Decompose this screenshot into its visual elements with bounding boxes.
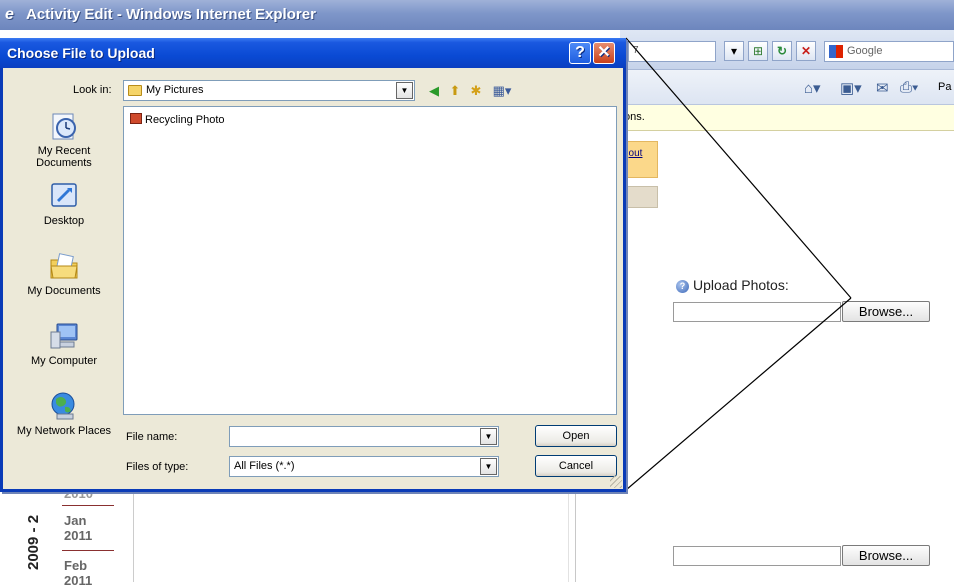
- choose-file-dialog: Choose File to Upload ? ✕ Look in: My Pi…: [0, 38, 626, 492]
- list-item[interactable]: Recycling Photo: [130, 113, 225, 126]
- content-divider: [575, 490, 576, 582]
- upload-photos-text: Upload Photos:: [693, 277, 789, 293]
- file-list[interactable]: Recycling Photo: [123, 106, 617, 415]
- files-of-type-dropdown[interactable]: All Files (*.*) ▼: [229, 456, 499, 477]
- upload-file-path-field-2[interactable]: [673, 546, 841, 566]
- command-bar: ⌂▾ ▣▾ ✉ ⎙▾ Pa: [620, 70, 954, 105]
- chevron-down-icon[interactable]: ▼: [480, 428, 497, 445]
- dialog-titlebar[interactable]: Choose File to Upload ? ✕: [0, 38, 626, 68]
- search-input[interactable]: Google: [824, 41, 954, 62]
- info-bar[interactable]: ons.: [620, 105, 954, 131]
- place-my-recent-documents[interactable]: My Recent Documents: [10, 110, 118, 169]
- look-in-dropdown[interactable]: My Pictures ▼: [123, 80, 415, 101]
- print-icon[interactable]: ⎙▾: [900, 79, 918, 96]
- up-folder-icon[interactable]: ⬆: [446, 82, 464, 100]
- address-dropdown-icon[interactable]: ▾: [724, 41, 744, 61]
- ie-logo-icon: e: [5, 6, 14, 23]
- year-range-label: 2009 - 2: [25, 514, 42, 570]
- look-in-label: Look in:: [73, 84, 112, 96]
- files-of-type-label: Files of type:: [126, 461, 189, 473]
- mail-icon[interactable]: ✉: [876, 79, 889, 97]
- upload-photos-label: ? Upload Photos:: [676, 277, 789, 293]
- my-documents-icon: [50, 253, 78, 279]
- chevron-down-icon[interactable]: ▼: [480, 458, 497, 475]
- place-label: My Network Places: [16, 425, 112, 437]
- new-folder-icon[interactable]: ✱: [467, 82, 485, 100]
- upload-file-path-field[interactable]: [673, 302, 841, 322]
- file-name-input[interactable]: ▼: [229, 426, 499, 447]
- folder-icon: [128, 85, 142, 96]
- browser-titlebar: e Activity Edit - Windows Internet Explo…: [0, 0, 954, 30]
- feeds-icon[interactable]: ▣▾: [840, 79, 862, 97]
- places-bar: My Recent Documents Desktop My Documents: [10, 106, 118, 458]
- open-button[interactable]: Open: [535, 425, 617, 447]
- compatibility-icon[interactable]: ⊞: [748, 41, 768, 61]
- place-label: My Computer: [30, 355, 98, 367]
- desktop-icon: [51, 183, 77, 207]
- resize-grip-icon[interactable]: [610, 476, 622, 488]
- place-desktop[interactable]: Desktop: [10, 180, 118, 227]
- browser-title: Activity Edit - Windows Internet Explore…: [26, 6, 316, 23]
- place-my-computer[interactable]: My Computer: [10, 320, 118, 367]
- place-label: My Recent Documents: [36, 145, 92, 169]
- my-computer-icon: [50, 323, 78, 349]
- address-bar[interactable]: 7: [628, 41, 716, 62]
- file-name-label: File name:: [126, 431, 178, 443]
- look-in-value: My Pictures: [146, 84, 204, 96]
- place-label: Desktop: [43, 215, 85, 227]
- file-name: Recycling Photo: [145, 114, 225, 126]
- browse-button-2[interactable]: Browse...: [842, 545, 930, 566]
- month-separator: [62, 550, 114, 551]
- help-button[interactable]: ?: [569, 42, 591, 64]
- help-icon[interactable]: ?: [676, 280, 689, 293]
- browse-button[interactable]: Browse...: [842, 301, 930, 322]
- cancel-button[interactable]: Cancel: [535, 455, 617, 477]
- month-label-jan-2011[interactable]: Jan 2011: [64, 513, 108, 543]
- month-separator: [62, 505, 114, 506]
- recent-documents-icon: [52, 113, 76, 140]
- close-button[interactable]: ✕: [593, 42, 615, 64]
- views-menu-icon[interactable]: ▦▾: [489, 82, 515, 100]
- address-toolbar: 7 ▾ ⊞ ↻ ✕ Google: [620, 30, 954, 70]
- place-label: My Documents: [27, 285, 101, 297]
- files-of-type-value: All Files (*.*): [234, 460, 295, 472]
- calendar-divider: [133, 490, 134, 582]
- place-my-documents[interactable]: My Documents: [10, 250, 118, 297]
- page-menu[interactable]: Pa: [938, 81, 951, 93]
- back-icon[interactable]: ◀: [425, 82, 443, 100]
- home-icon[interactable]: ⌂▾: [804, 79, 821, 97]
- refresh-icon[interactable]: ↻: [772, 41, 792, 61]
- content-divider-inner: [568, 490, 569, 582]
- image-file-icon: [130, 113, 142, 124]
- search-placeholder: Google: [847, 45, 883, 57]
- google-logo-icon: [829, 45, 843, 58]
- chevron-down-icon[interactable]: ▼: [396, 82, 413, 99]
- callout-line-bottom: [625, 297, 852, 491]
- stop-icon[interactable]: ✕: [796, 41, 816, 61]
- network-places-icon: [51, 392, 75, 420]
- dialog-title: Choose File to Upload: [7, 45, 155, 61]
- place-my-network-places[interactable]: My Network Places: [10, 390, 118, 437]
- month-label-feb-2011[interactable]: Feb 2011: [64, 558, 108, 588]
